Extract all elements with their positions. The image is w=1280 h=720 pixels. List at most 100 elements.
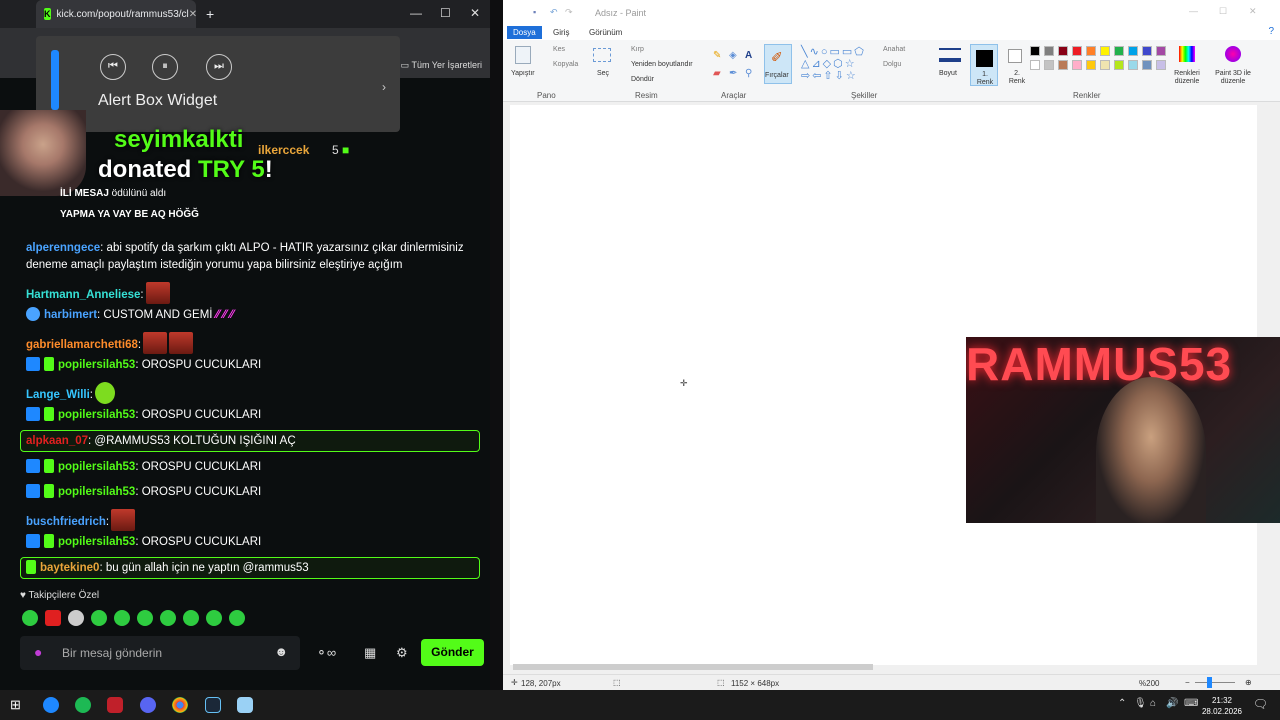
steam-icon[interactable] [205, 697, 221, 713]
infinity-icon[interactable]: ⚬∞ [316, 645, 336, 661]
emote[interactable] [68, 610, 84, 626]
color-swatch[interactable] [1156, 60, 1166, 70]
horizontal-scrollbar[interactable] [513, 664, 873, 670]
chat-username[interactable]: popilersilah53 [58, 486, 135, 498]
color-swatch[interactable] [1086, 60, 1096, 70]
size-button[interactable]: Boyut [939, 70, 957, 77]
app-icon[interactable] [107, 697, 123, 713]
redo-icon[interactable]: ↷ [565, 7, 573, 18]
crop-button[interactable]: Kırp [631, 46, 644, 53]
select-button[interactable]: Seç [597, 70, 609, 77]
network-icon[interactable]: ⌂ [1150, 698, 1156, 709]
chat-username[interactable]: Lange_Willi [26, 389, 90, 401]
chrome-icon[interactable] [172, 697, 188, 713]
tab-dosya[interactable]: Dosya [507, 26, 542, 39]
chat-username[interactable]: harbimert [44, 309, 97, 321]
volume-icon[interactable]: 🔊 [1166, 698, 1178, 709]
color-swatch[interactable] [1114, 46, 1124, 56]
color-swatch[interactable] [1128, 46, 1138, 56]
chat-username[interactable]: popilersilah53 [58, 536, 135, 548]
magnifier-icon[interactable]: ⚲ [745, 68, 752, 79]
save-icon[interactable]: ▪ [533, 7, 536, 17]
chat-username[interactable]: Hartmann_Anneliese [26, 289, 140, 301]
close-window-button[interactable]: ✕ [1249, 6, 1257, 17]
color1-button[interactable]: 1. Renk [970, 44, 998, 86]
emoji-icon[interactable]: ☻ [274, 644, 288, 659]
color-swatch[interactable] [1044, 60, 1054, 70]
close-tab-icon[interactable]: ✕ [189, 9, 197, 20]
emote[interactable] [229, 610, 245, 626]
emote[interactable] [169, 332, 194, 354]
store-icon[interactable]: ▦ [364, 645, 376, 661]
keyboard-icon[interactable]: ⌨ [1184, 698, 1198, 709]
chevron-right-icon[interactable]: › [382, 80, 386, 94]
shapes-gallery[interactable]: ╲∿○▭▭⬠ △⊿◇⬡☆ ⇨⇦⇧⇩☆ [801, 46, 875, 84]
zoom-out-icon[interactable]: − [1185, 678, 1190, 687]
brushes-button[interactable]: ✐ Fırçalar [764, 44, 792, 84]
tray-arrow-icon[interactable]: ⌃ [1118, 698, 1126, 709]
emote[interactable] [206, 610, 222, 626]
gear-icon[interactable]: ⚙ [396, 645, 408, 661]
color-swatch[interactable] [1030, 60, 1040, 70]
fill-icon[interactable]: ◈ [729, 50, 737, 61]
microphone-icon[interactable]: ● [34, 644, 42, 660]
discord-icon[interactable] [140, 697, 156, 713]
zoom-slider-thumb[interactable] [1207, 677, 1212, 688]
previous-track-icon[interactable]: ⏮ [100, 54, 126, 80]
color-picker-icon[interactable]: ✒ [729, 68, 737, 79]
chat-username[interactable]: baytekine0 [40, 562, 99, 574]
pinned-gifter-user[interactable]: ilkerccek [258, 143, 309, 157]
send-button[interactable]: Gönder [421, 639, 484, 666]
color-swatch[interactable] [1030, 46, 1040, 56]
emote[interactable] [91, 610, 107, 626]
color-swatch[interactable] [1072, 46, 1082, 56]
color-swatch[interactable] [1128, 60, 1138, 70]
emote[interactable] [183, 610, 199, 626]
notification-icon[interactable]: 🗨 [1253, 697, 1268, 711]
fill-button[interactable]: Dolgu [883, 61, 901, 68]
resize-button[interactable]: Yeniden boyutlandır [631, 61, 693, 68]
pause-icon[interactable]: ⏸ [152, 54, 178, 80]
bookmarks-all[interactable]: ▭ Tüm Yer İşaretleri [401, 60, 482, 71]
maximize-button[interactable]: ☐ [1219, 6, 1227, 17]
undo-icon[interactable]: ↶ [550, 7, 558, 18]
color-swatch[interactable] [1100, 46, 1110, 56]
microphone-tray-icon[interactable]: 🎙 [1134, 698, 1147, 709]
chat-input[interactable]: ● Bir mesaj gönderin ☻ [20, 636, 300, 670]
edit-colors-button[interactable]: Renkleri düzenle [1169, 70, 1205, 86]
zoom-slider[interactable] [1195, 682, 1235, 683]
color-swatch[interactable] [1114, 60, 1124, 70]
spotify-icon[interactable] [75, 697, 91, 713]
emote[interactable] [111, 509, 136, 531]
emote[interactable] [45, 610, 61, 626]
color-swatch[interactable] [1044, 46, 1054, 56]
emote[interactable] [143, 332, 168, 354]
chat-username[interactable]: popilersilah53 [58, 359, 135, 371]
new-tab-button[interactable]: + [206, 6, 214, 22]
color-swatch[interactable] [1072, 60, 1082, 70]
color-swatch[interactable] [1086, 46, 1096, 56]
emote[interactable] [160, 610, 176, 626]
color-swatch[interactable] [1058, 46, 1068, 56]
chat-username[interactable]: buschfriedrich [26, 516, 106, 528]
cut-button[interactable]: Kes [553, 46, 565, 53]
eraser-icon[interactable]: ▰ [713, 68, 721, 79]
paint3d-button[interactable]: Paint 3D ile düzenle [1211, 70, 1255, 86]
emote[interactable] [22, 610, 38, 626]
color-swatch[interactable] [1142, 60, 1152, 70]
maximize-button[interactable]: ☐ [440, 6, 451, 20]
help-icon[interactable]: ? [1268, 26, 1274, 37]
copy-button[interactable]: Kopyala [553, 61, 578, 68]
paint-icon[interactable] [237, 697, 253, 713]
zoom-in-icon[interactable]: ⊕ [1245, 678, 1252, 687]
volume-bar[interactable] [51, 50, 59, 110]
tab-giris[interactable]: Giriş [547, 26, 575, 39]
browser-tab[interactable]: K kick.com/popout/rammus53/cl ✕ [36, 0, 197, 28]
chat-username[interactable]: popilersilah53 [58, 461, 135, 473]
color-swatch[interactable] [1100, 60, 1110, 70]
minimize-button[interactable]: — [1189, 6, 1198, 16]
color2-button[interactable]: 2. Renk [1003, 44, 1031, 86]
app-icon[interactable] [43, 697, 59, 713]
chat-username[interactable]: alpkaan_07 [26, 435, 88, 447]
chat-username[interactable]: alperenngece [26, 242, 100, 254]
